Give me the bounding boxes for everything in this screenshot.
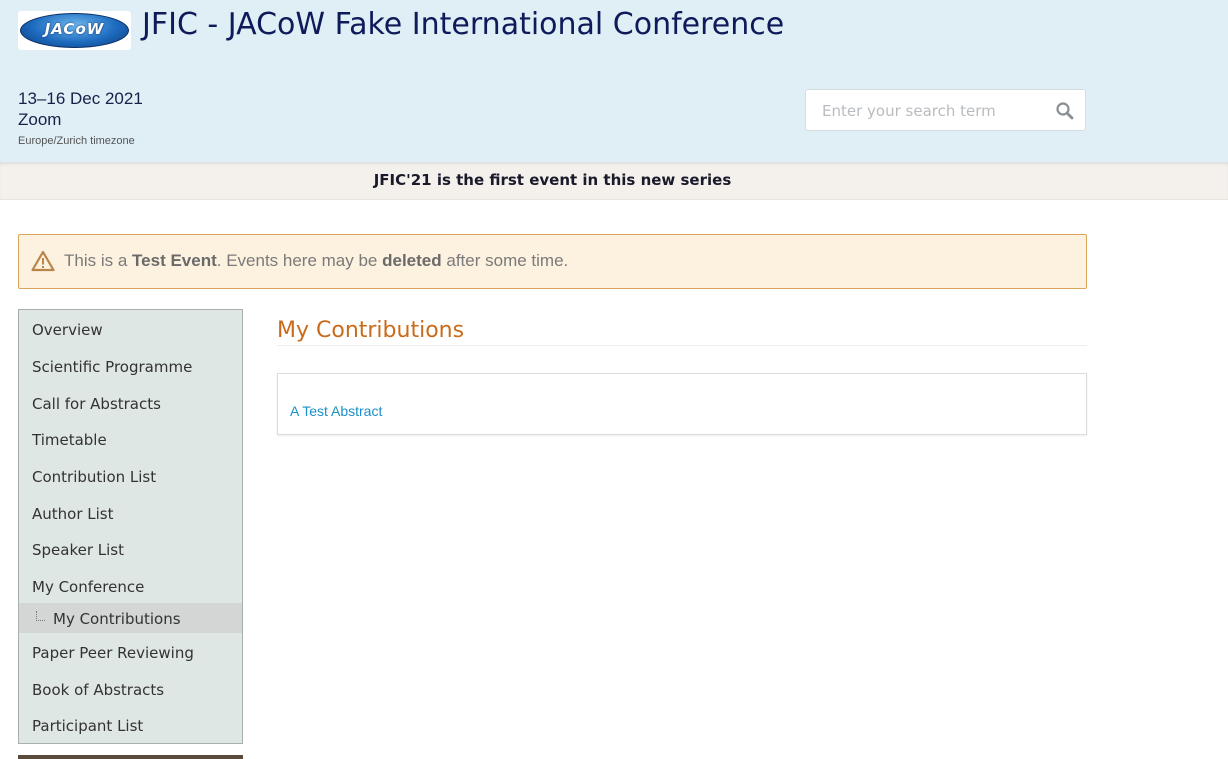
sidebar-item-label: Book of Abstracts [32,681,165,699]
sidebar-item-participant-list[interactable]: Participant List [19,710,242,740]
search-icon[interactable] [1055,101,1075,121]
sidebar-item-my-conference[interactable]: My Conference [19,571,242,601]
sidebar-item-label: Call for Abstracts [32,395,161,413]
sidebar-item-label: Overview [32,321,103,339]
warning-triangle-icon [31,250,55,272]
sidebar-item-label: Speaker List [32,541,124,559]
conference-dates: 13–16 Dec 2021 [18,89,143,108]
sidebar-item-timetable[interactable]: Timetable [19,424,242,454]
contribution-list: A Test Abstract [277,373,1087,435]
sidebar-item-book-of-abstracts[interactable]: Book of Abstracts [19,674,242,704]
conference-timezone: Europe/Zurich timezone [18,135,135,147]
sidebar-item-label: Author List [32,505,114,523]
sidebar-item-scientific-programme[interactable]: Scientific Programme [19,351,242,381]
sidebar-item-label: My Conference [32,578,145,596]
logo-text: JACoW [44,20,105,38]
conference-header: JACoW JFIC - JACoW Fake International Co… [0,0,1228,162]
sidebar-item-overview[interactable]: Overview [19,314,242,344]
sidebar-menu: Overview Scientific Programme Call for A… [18,309,243,744]
jacow-logo[interactable]: JACoW [18,11,131,50]
sidebar-item-label: My Contributions [53,610,181,628]
tree-connector-icon [36,611,45,621]
sidebar-item-call-for-abstracts[interactable]: Call for Abstracts [19,388,242,418]
announcement-text: JFIC'21 is the first event in this new s… [373,171,732,189]
sidebar-item-author-list[interactable]: Author List [19,498,242,528]
sidebar-item-label: Contribution List [32,468,157,486]
contribution-link[interactable]: A Test Abstract [290,403,382,419]
sidebar-item-contribution-list[interactable]: Contribution List [19,461,242,491]
sidebar-item-label: Paper Peer Reviewing [32,644,194,662]
sidebar-item-my-contributions[interactable]: My Contributions [19,603,242,633]
search-box [805,89,1086,131]
conference-title[interactable]: JFIC - JACoW Fake International Conferen… [142,7,784,42]
test-event-warning: This is a Test Event. Events here may be… [18,234,1087,289]
warning-message: This is a Test Event. Events here may be… [64,251,569,270]
page-title: My Contributions [277,318,465,343]
sidebar-item-label: Participant List [32,717,144,735]
sidebar-item-paper-peer-reviewing[interactable]: Paper Peer Reviewing [19,637,242,667]
title-divider [277,345,1087,346]
sidebar-item-speaker-list[interactable]: Speaker List [19,534,242,564]
sidebar-divider [18,755,243,759]
sidebar-item-label: Scientific Programme [32,358,193,376]
sidebar-item-label: Timetable [32,431,107,449]
announcement-bar: JFIC'21 is the first event in this new s… [0,162,1228,200]
conference-location: Zoom [18,110,62,129]
search-input[interactable] [820,99,1049,123]
